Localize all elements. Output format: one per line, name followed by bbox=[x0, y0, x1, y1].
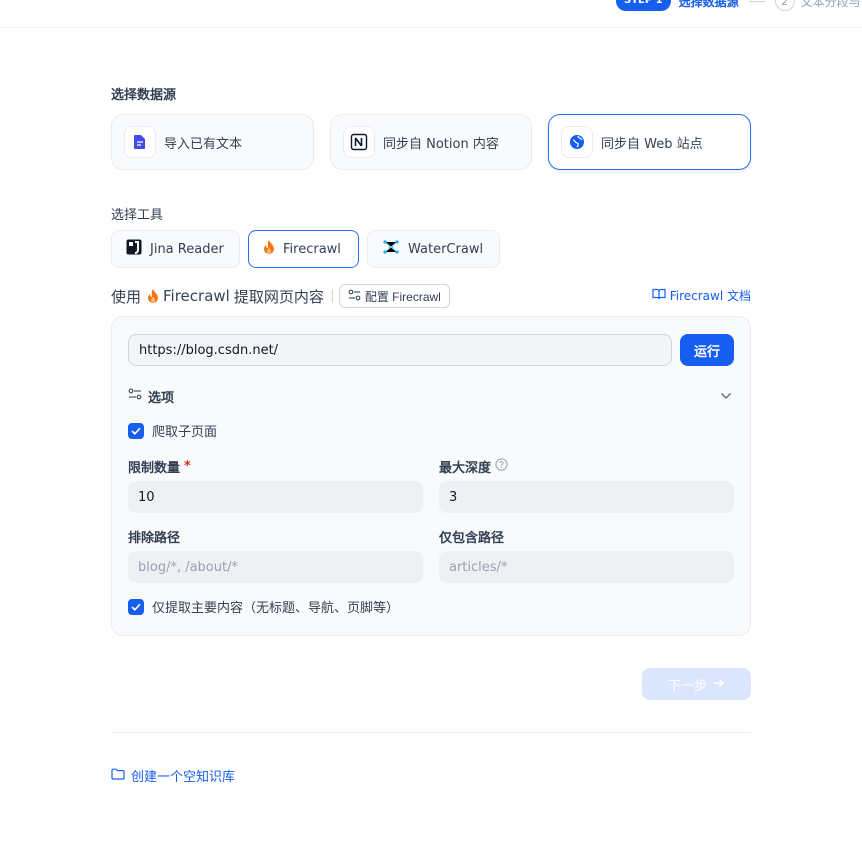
crawler-options-panel: 运行 选项 爬取子页面 限制数量* 最大深度 排除路径 仅包含路径 仅提取主要内… bbox=[111, 316, 751, 636]
url-input[interactable] bbox=[128, 334, 672, 366]
source-card-web[interactable]: 同步自 Web 站点 bbox=[548, 114, 751, 170]
crawl-subpages-checkbox[interactable] bbox=[128, 422, 144, 439]
tool-watercrawl[interactable]: WaterCrawl bbox=[367, 230, 500, 268]
main-content-label: 仅提取主要内容（无标题、导航、页脚等） bbox=[152, 601, 400, 616]
tool-firecrawl[interactable]: Firecrawl bbox=[248, 230, 359, 268]
include-paths-input[interactable] bbox=[439, 551, 734, 583]
source-section-label: 选择数据源 bbox=[111, 88, 177, 103]
step-number: 2 bbox=[774, 0, 795, 11]
folder-icon bbox=[111, 768, 125, 784]
exclude-paths-label: 排除路径 bbox=[128, 531, 181, 546]
crawler-heading-suffix: 提取网页内容 bbox=[233, 287, 324, 306]
jina-icon bbox=[126, 239, 142, 259]
crawler-heading: 使用 Firecrawl 提取网页内容 配置 Firecrawl bbox=[111, 284, 450, 308]
options-toggle[interactable]: 选项 bbox=[128, 386, 736, 406]
crawl-subpages-option[interactable]: 爬取子页面 bbox=[128, 421, 217, 440]
stepper: STEP 1 选择数据源 2 文本分段与 bbox=[616, 0, 861, 12]
max-depth-label-text: 最大深度 bbox=[439, 461, 492, 476]
tool-label: Jina Reader bbox=[150, 241, 224, 257]
crawler-heading-prefix: 使用 bbox=[111, 287, 142, 306]
exclude-paths-input[interactable] bbox=[128, 551, 423, 583]
help-question-icon[interactable] bbox=[495, 458, 508, 475]
tool-section-label: 选择工具 bbox=[111, 208, 164, 223]
settings-sliders-icon bbox=[348, 289, 361, 304]
fire-icon bbox=[147, 288, 159, 304]
max-depth-label: 最大深度 bbox=[439, 457, 508, 476]
next-step-label: 下一步 bbox=[667, 678, 707, 694]
step-next-label: 文本分段与 bbox=[800, 0, 861, 9]
step-divider bbox=[748, 0, 765, 2]
tool-label: Firecrawl bbox=[283, 241, 341, 257]
source-card-import-text[interactable]: 导入已有文本 bbox=[111, 114, 314, 170]
crawl-subpages-label: 爬取子页面 bbox=[152, 425, 218, 440]
chevron-down-icon[interactable] bbox=[716, 386, 736, 406]
source-card-label: 同步自 Web 站点 bbox=[601, 136, 703, 152]
heading-divider bbox=[331, 289, 333, 303]
main-content-option[interactable]: 仅提取主要内容（无标题、导航、页脚等） bbox=[128, 597, 399, 616]
configure-button-label: 配置 Firecrawl bbox=[364, 289, 441, 304]
notion-icon bbox=[343, 126, 375, 158]
run-button[interactable]: 运行 bbox=[680, 334, 734, 366]
settings-sliders-icon bbox=[128, 388, 142, 404]
source-card-label: 同步自 Notion 内容 bbox=[383, 136, 499, 152]
book-icon bbox=[652, 288, 666, 303]
tool-label: WaterCrawl bbox=[408, 241, 484, 257]
main-content-checkbox[interactable] bbox=[128, 598, 144, 615]
options-label: 选项 bbox=[148, 390, 175, 406]
firecrawl-docs-link[interactable]: Firecrawl 文档 bbox=[652, 287, 751, 304]
tool-jina-reader[interactable]: Jina Reader bbox=[111, 230, 240, 268]
required-mark: * bbox=[184, 459, 191, 474]
limit-label: 限制数量 * bbox=[128, 457, 191, 476]
footer-divider bbox=[111, 732, 751, 733]
header-divider bbox=[0, 27, 862, 28]
step-active-label: 选择数据源 bbox=[678, 0, 739, 9]
docs-link-label: Firecrawl 文档 bbox=[669, 289, 751, 303]
document-icon bbox=[124, 126, 156, 158]
max-depth-input[interactable] bbox=[439, 481, 734, 513]
watercrawl-icon bbox=[382, 239, 400, 259]
source-card-notion[interactable]: 同步自 Notion 内容 bbox=[330, 114, 532, 170]
create-empty-kb-link[interactable]: 创建一个空知识库 bbox=[111, 766, 235, 785]
web-globe-icon bbox=[561, 126, 593, 158]
limit-input[interactable] bbox=[128, 481, 423, 513]
step-badge: STEP 1 bbox=[616, 0, 671, 11]
crawler-heading-tool: Firecrawl bbox=[163, 287, 230, 305]
create-empty-kb-label: 创建一个空知识库 bbox=[131, 770, 236, 785]
arrow-right-icon bbox=[713, 677, 725, 692]
fire-icon bbox=[263, 239, 275, 259]
source-card-label: 导入已有文本 bbox=[164, 136, 243, 152]
limit-label-text: 限制数量 bbox=[128, 461, 181, 476]
include-paths-label: 仅包含路径 bbox=[439, 531, 505, 546]
next-step-button[interactable]: 下一步 bbox=[642, 668, 751, 700]
configure-firecrawl-button[interactable]: 配置 Firecrawl bbox=[338, 284, 450, 308]
